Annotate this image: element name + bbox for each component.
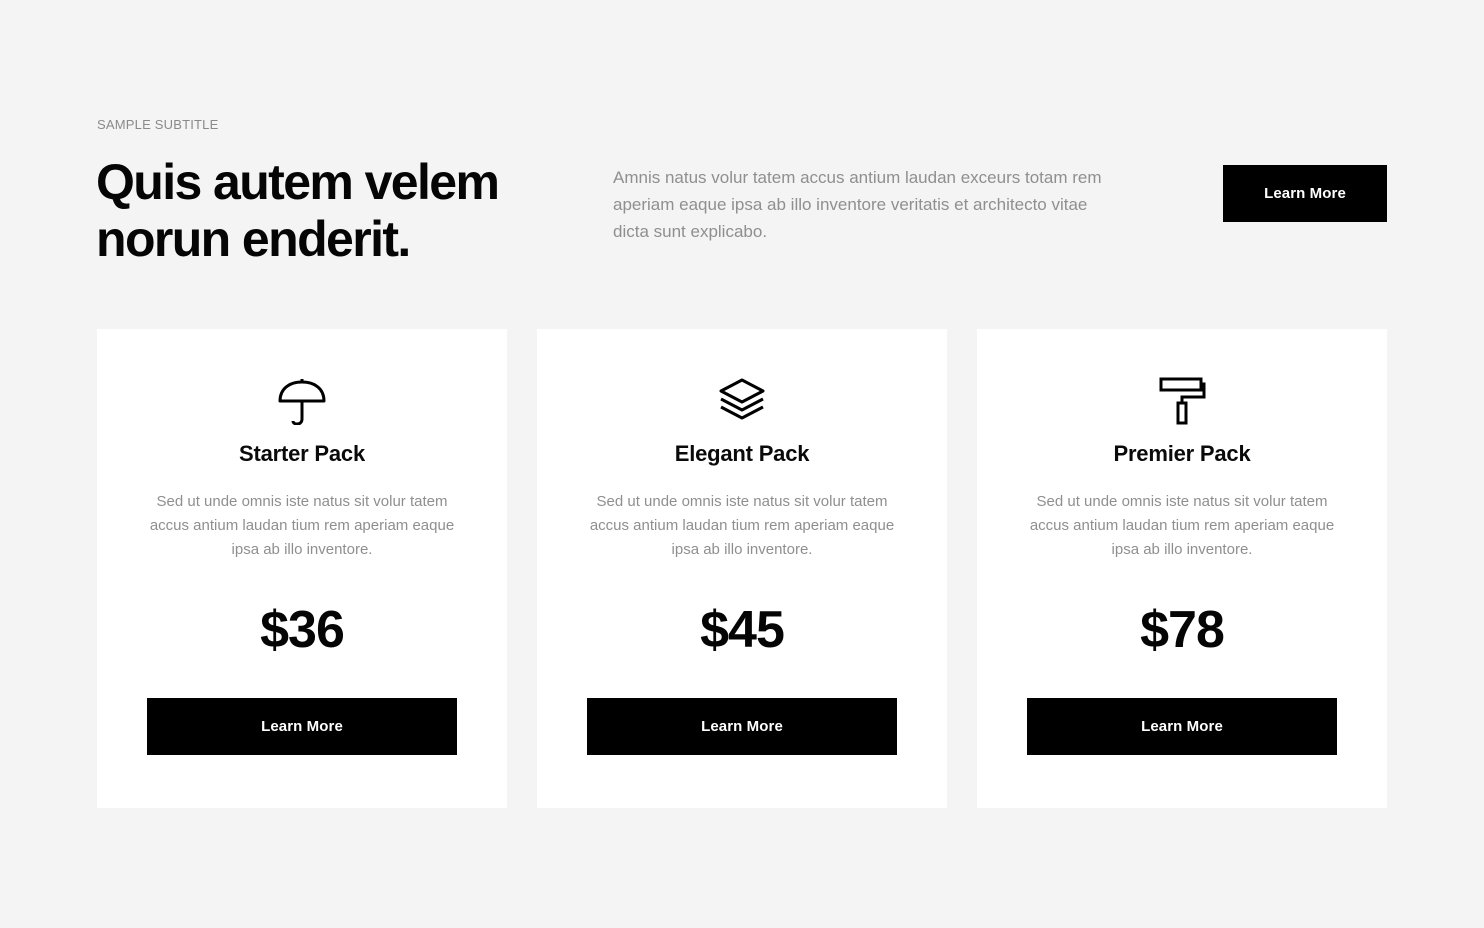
pricing-section: SAMPLE SUBTITLE Quis autem velem norun e… — [0, 0, 1484, 928]
elegant-learn-more-button[interactable]: Learn More — [587, 698, 897, 755]
pricing-card-starter: Starter Pack Sed ut unde omnis iste natu… — [97, 329, 507, 808]
section-headline: Quis autem velem norun enderit. — [96, 154, 566, 268]
pricing-card-premier: Premier Pack Sed ut unde omnis iste natu… — [977, 329, 1387, 808]
headline-line-1: Quis autem velem — [96, 154, 500, 210]
premier-learn-more-button[interactable]: Learn More — [1027, 698, 1337, 755]
starter-learn-more-button[interactable]: Learn More — [147, 698, 457, 755]
card-price: $36 — [260, 601, 345, 659]
card-description: Sed ut unde omnis iste natus sit volur t… — [589, 493, 895, 558]
pricing-card-elegant: Elegant Pack Sed ut unde omnis iste natu… — [537, 329, 947, 808]
header-learn-more-button[interactable]: Learn More — [1223, 165, 1387, 222]
umbrella-icon — [278, 377, 326, 425]
headline-line-2: norun enderit. — [96, 211, 411, 267]
card-price: $45 — [700, 601, 785, 659]
paint-roller-icon — [1158, 377, 1206, 425]
card-description: Sed ut unde omnis iste natus sit volur t… — [1029, 493, 1335, 558]
card-title: Starter Pack — [238, 441, 365, 466]
section-subtitle: SAMPLE SUBTITLE — [97, 117, 219, 132]
layers-icon — [718, 377, 766, 425]
pricing-cards: Starter Pack Sed ut unde omnis iste natu… — [97, 329, 1387, 808]
card-description: Sed ut unde omnis iste natus sit volur t… — [149, 493, 455, 558]
card-title: Elegant Pack — [674, 441, 810, 466]
card-price: $78 — [1140, 601, 1225, 659]
card-title: Premier Pack — [1113, 441, 1251, 466]
section-intro: Amnis natus volur tatem accus antium lau… — [613, 168, 1102, 241]
